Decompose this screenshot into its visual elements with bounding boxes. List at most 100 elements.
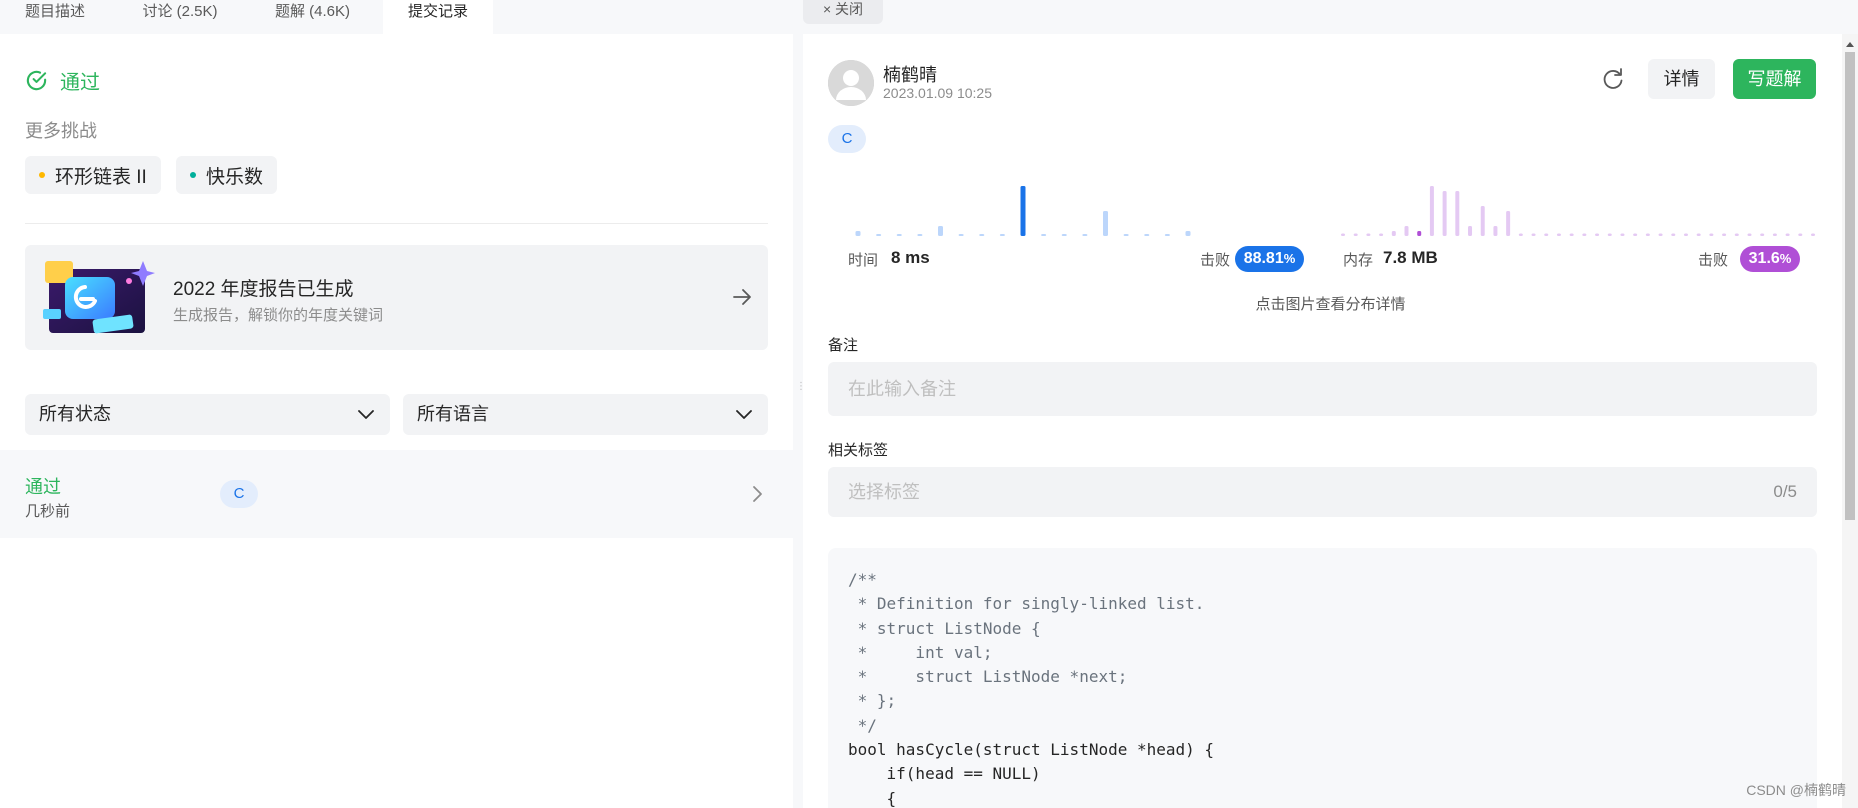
code-line: * struct ListNode { [848, 618, 1041, 638]
distribution-bar [1760, 233, 1765, 236]
note-label: 备注 [828, 337, 859, 354]
distribution-bar [1493, 226, 1498, 236]
distribution-bar [1468, 226, 1473, 236]
chevron-right-icon [753, 486, 762, 502]
scrollbar-thumb[interactable] [1845, 52, 1855, 520]
distribution-bar [1341, 233, 1345, 236]
challenge-label: 环形链表 II [55, 166, 147, 188]
distribution-bar [1144, 234, 1150, 236]
distribution-bar [1607, 233, 1612, 236]
distribution-bar [1480, 206, 1485, 236]
distribution-bar [1772, 233, 1777, 236]
distribution-bar [1103, 211, 1108, 236]
memory-beats-badge: 31.6% [1740, 246, 1800, 272]
memory-beats-label: 击败 [1698, 252, 1729, 269]
distribution-bar [1747, 233, 1752, 236]
status-filter-value: 所有状态 [39, 404, 111, 424]
annual-report-card[interactable]: 2022 年度报告已生成 生成报告，解锁你的年度关键词 [25, 245, 768, 350]
code-line: if(head == NULL) [848, 764, 1041, 784]
tab-description[interactable]: 题目描述 [0, 0, 110, 34]
scroll-up-arrow-icon[interactable] [1845, 40, 1855, 48]
avatar[interactable] [828, 60, 874, 106]
distribution-bar [1366, 233, 1371, 236]
left-panel: 题目描述 讨论 (2.5K) 题解 (4.6K) 提交记录 通过 更多挑战 环形… [0, 0, 793, 808]
distribution-bar [1353, 233, 1358, 236]
distribution-bar [1556, 233, 1561, 236]
distribution-bar [917, 234, 923, 236]
distribution-bar [876, 234, 882, 236]
runtime-beats-label: 击败 [1200, 252, 1231, 269]
tags-placeholder: 选择标签 [848, 482, 920, 502]
right-top-bar [803, 0, 1858, 34]
language-filter-select[interactable]: 所有语言 [403, 394, 768, 435]
distribution-bar [1582, 233, 1587, 236]
tab-solutions[interactable]: 题解 (4.6K) [250, 0, 375, 34]
memory-distribution-chart[interactable] [1333, 170, 1823, 240]
code-line: { [848, 788, 897, 808]
runtime-beats-value: 88.81 [1243, 250, 1284, 267]
challenge-linked-list-cycle-ii[interactable]: 环形链表 II [25, 156, 161, 194]
performance-charts[interactable]: 时间 8 ms 击败 88.81% 内存 7.8 MB 击败 31.6% [828, 170, 1828, 300]
distribution-bar [958, 234, 964, 236]
distribution-bar [896, 234, 902, 236]
username[interactable]: 楠鹤晴 [883, 61, 937, 87]
arrow-right-icon [733, 289, 751, 305]
write-solution-button[interactable]: 写题解 [1733, 59, 1816, 99]
chevron-down-icon [736, 410, 752, 419]
distribution-bar [979, 234, 985, 236]
distribution-bar [1429, 186, 1434, 236]
tab-submissions[interactable]: 提交记录 [383, 0, 493, 34]
distribution-bar [938, 226, 943, 236]
runtime-value: 8 ms [891, 248, 930, 267]
code-line: * struct ListNode *next; [848, 667, 1128, 687]
distribution-bar [1061, 234, 1067, 236]
detail-button[interactable]: 详情 [1648, 59, 1715, 99]
distribution-bar [1185, 231, 1191, 236]
tab-discussion[interactable]: 讨论 (2.5K) [122, 0, 238, 34]
challenge-happy-number[interactable]: 快乐数 [176, 156, 278, 194]
distribution-bar [1404, 226, 1409, 236]
distribution-bar [1722, 233, 1727, 236]
code-line: */ [848, 715, 877, 735]
runtime-beats-unit: % [1283, 251, 1296, 266]
distribution-bar [1417, 231, 1422, 236]
code-line: * }; [848, 691, 897, 711]
distribution-bar [1696, 233, 1701, 236]
close-icon: × [822, 1, 832, 17]
tags-count: 0/5 [1773, 482, 1797, 501]
check-circle-icon [26, 70, 47, 90]
watermark: CSDN @楠鹤晴 [1746, 782, 1846, 798]
distribution-bar [1164, 234, 1170, 236]
default-avatar-icon [828, 60, 874, 106]
code-line: * Definition for singly-linked list. [848, 594, 1205, 614]
distribution-bar [1506, 211, 1511, 236]
memory-label: 内存 [1343, 252, 1374, 269]
code-line: /** [848, 570, 877, 589]
note-input[interactable] [828, 362, 1817, 416]
code-line: * int val; [848, 642, 993, 662]
refresh-icon[interactable] [1596, 62, 1630, 96]
distribution-bar [1379, 233, 1384, 236]
tags-select[interactable]: 选择标签 0/5 [828, 467, 1817, 517]
memory-beats-value: 31.6 [1748, 250, 1780, 267]
tags-label: 相关标签 [828, 442, 889, 459]
right-panel-scrollbar[interactable] [1842, 34, 1858, 808]
runtime-beats-badge: 88.81% [1235, 246, 1304, 272]
panel-splitter[interactable]: ⋮ [793, 0, 806, 808]
code-viewer[interactable]: /** * Definition for singly-linked list.… [828, 548, 1817, 808]
distribution-bar [1785, 233, 1790, 236]
distribution-bar [1041, 234, 1047, 236]
language-filter-value: 所有语言 [417, 404, 489, 424]
status-filter-select[interactable]: 所有状态 [25, 394, 390, 435]
distribution-bar [1734, 233, 1739, 236]
distribution-bar [1645, 233, 1650, 236]
chevron-down-icon [358, 410, 374, 419]
annual-report-illustration [43, 261, 155, 334]
submission-list-item[interactable]: 通过 几秒前 C [0, 450, 793, 538]
difficulty-dot [190, 172, 196, 178]
distribution-bar [1798, 233, 1803, 236]
report-subtitle: 生成报告，解锁你的年度关键词 [173, 307, 384, 324]
memory-value: 7.8 MB [1383, 248, 1438, 267]
runtime-distribution-chart[interactable] [828, 170, 1308, 240]
close-button[interactable]: × 关闭 [803, 0, 883, 24]
